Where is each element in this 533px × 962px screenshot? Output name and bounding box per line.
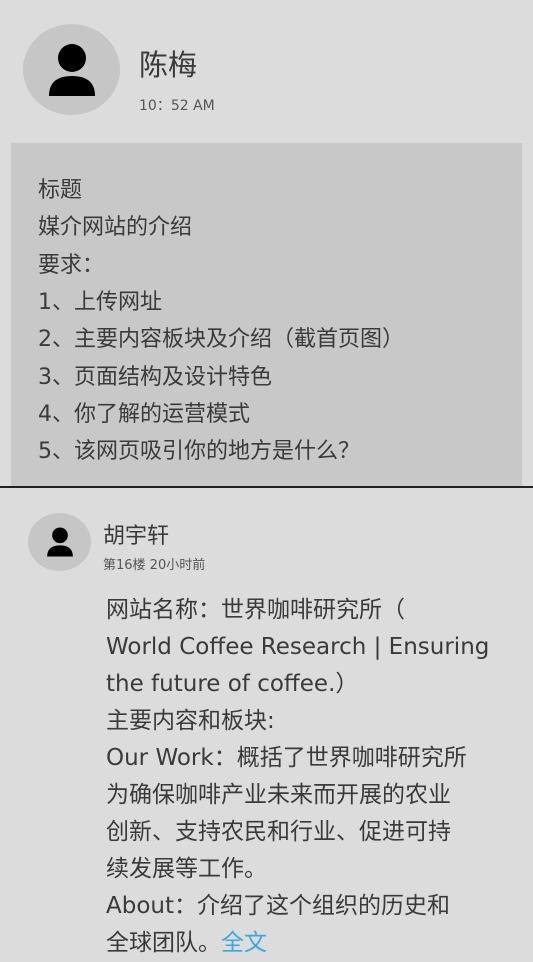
reply-line: About：介绍了这个组织的历史和 <box>106 893 451 919</box>
post-line: 媒介网站的介绍 <box>38 215 193 240</box>
post-line: 3、页面结构及设计特色 <box>38 365 272 390</box>
user-icon <box>47 527 73 557</box>
reply-line: 为确保咖啡产业未来而开展的农业 <box>106 782 451 808</box>
post-line: 标题 <box>38 178 83 203</box>
user-icon <box>49 44 95 96</box>
reply-line: 主要内容和板块: <box>106 708 275 734</box>
post-content: 标题 媒介网站的介绍 要求： 1、上传网址 2、主要内容板块及介绍（截首页图） … <box>11 143 522 486</box>
post-line: 5、该网页吸引你的地方是什么？ <box>38 439 360 464</box>
post-line: 4、你了解的运营模式 <box>38 402 250 427</box>
post-line: 要求： <box>38 253 105 278</box>
reply-avatar[interactable] <box>28 513 91 571</box>
reply-last-line: 全球团队。全文 <box>106 925 516 962</box>
reply-line: the future of coffee.） <box>106 671 359 697</box>
post-line: 1、上传网址 <box>38 290 162 315</box>
post-line: 2、主要内容板块及介绍（截首页图） <box>38 327 404 352</box>
reply-line: 网站名称：世界咖啡研究所（ <box>106 597 405 623</box>
author-avatar[interactable] <box>23 24 120 115</box>
reply-item: 胡宇轩 第16楼 20小时前 网站名称：世界咖啡研究所（ World Coffe… <box>0 488 533 961</box>
reply-meta: 第16楼 20小时前 <box>103 558 206 573</box>
post-timestamp: 10：52 AM <box>139 98 215 114</box>
reply-body: 网站名称：世界咖啡研究所（ World Coffee Research | En… <box>106 592 516 962</box>
reply-line: Our Work：概括了世界咖啡研究所 <box>106 745 467 771</box>
author-name[interactable]: 陈梅 <box>139 42 197 84</box>
post-header: 陈梅 10：52 AM <box>0 0 533 143</box>
reply-line: 创新、支持农民和行业、促进可持 <box>106 819 451 845</box>
reply-line: World Coffee Research | Ensuring <box>106 634 490 660</box>
reply-line: 续发展等工作。 <box>106 856 267 882</box>
reply-author-name[interactable]: 胡宇轩 <box>103 518 169 550</box>
reply-line-text: 全球团队。 <box>106 930 221 956</box>
full-text-link[interactable]: 全文 <box>221 930 267 956</box>
